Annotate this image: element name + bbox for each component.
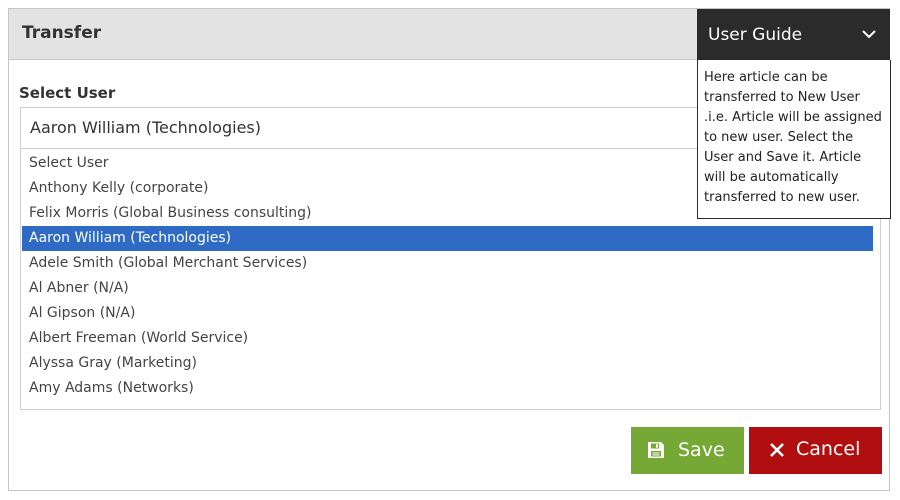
user-guide-label: User Guide: [708, 25, 803, 45]
cancel-button[interactable]: Cancel: [749, 427, 882, 474]
user-guide-toggle[interactable]: User Guide: [697, 9, 890, 60]
user-guide-text: Here article can be transferred to New U…: [704, 70, 882, 205]
chevron-down-icon: [862, 30, 876, 39]
transfer-dialog: Transfer User Guide Here article can be …: [8, 8, 891, 491]
cancel-button-label: Cancel: [796, 438, 861, 460]
user-guide-panel: Here article can be transferred to New U…: [697, 60, 891, 219]
save-button-label: Save: [678, 439, 725, 461]
user-option[interactable]: Al Gipson (N/A): [22, 301, 873, 326]
user-option[interactable]: Adele Smith (Global Merchant Services): [22, 251, 873, 276]
save-button[interactable]: Save: [631, 427, 744, 474]
user-option[interactable]: Al Abner (N/A): [22, 276, 873, 301]
user-option[interactable]: Alyssa Gray (Marketing): [22, 351, 873, 376]
close-icon: [770, 443, 784, 457]
user-option[interactable]: Amy Adams (Networks): [22, 376, 873, 401]
floppy-disk-icon: [648, 442, 664, 458]
user-option-selected[interactable]: Aaron William (Technologies): [22, 226, 873, 251]
dialog-header: Transfer User Guide: [9, 9, 890, 60]
user-select-value: Aaron William (Technologies): [30, 118, 261, 137]
dialog-title: Transfer: [22, 23, 102, 43]
user-option[interactable]: Albert Freeman (World Service): [22, 326, 873, 351]
select-user-label: Select User: [19, 84, 116, 102]
